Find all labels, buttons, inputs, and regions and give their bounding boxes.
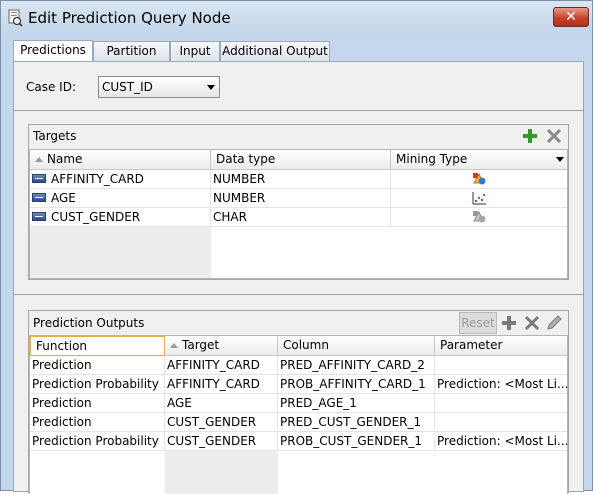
column-cell[interactable]: PROB_CUST_GENDER_1: [278, 432, 435, 451]
target-cell[interactable]: AFFINITY_CARD: [165, 356, 278, 375]
targets-title: Targets: [33, 129, 77, 143]
target-cell[interactable]: AFFINITY_CARD: [165, 375, 278, 394]
column-cell[interactable]: PRED_AFFINITY_CARD_2: [278, 356, 435, 375]
query-node-icon: [8, 9, 23, 27]
categorical-icon: [473, 210, 486, 223]
column-cell[interactable]: PRED_CUST_GENDER_1: [278, 413, 435, 432]
tab-input[interactable]: Input: [170, 41, 220, 62]
edit-icon[interactable]: [545, 314, 563, 332]
column-header-target[interactable]: Target: [165, 336, 278, 356]
target-cell[interactable]: AGE: [165, 394, 278, 413]
function-cell[interactable]: Prediction: [30, 413, 165, 432]
case-id-value: CUST_ID: [102, 80, 153, 94]
targets-table: Name Data type Mining Type AFFINITY_CARD…: [29, 149, 568, 279]
tab-predictions[interactable]: Predictions: [13, 40, 93, 62]
sort-ascending-icon: [35, 157, 43, 162]
tab-partition[interactable]: Partition: [93, 41, 170, 62]
categorical-icon: [473, 172, 486, 185]
add-icon[interactable]: [500, 314, 518, 332]
column-menu-icon[interactable]: [556, 157, 564, 162]
table-row[interactable]: CUST_GENDER: [30, 208, 211, 227]
mining-type-cell[interactable]: [391, 189, 567, 208]
prediction-outputs-table: Function Target Column Parameter Predict…: [29, 335, 568, 494]
sort-ascending-icon: [170, 343, 178, 348]
column-cell[interactable]: PRED_AGE_1: [278, 394, 435, 413]
column-header-data-type[interactable]: Data type: [211, 150, 391, 170]
function-cell[interactable]: Prediction Probability: [30, 432, 165, 451]
prediction-outputs-title: Prediction Outputs: [33, 316, 145, 330]
reset-button[interactable]: Reset: [459, 312, 497, 334]
window-title: Edit Prediction Query Node: [28, 9, 231, 27]
parameter-cell[interactable]: Prediction: <Most Li...: [435, 432, 567, 451]
function-cell[interactable]: Prediction Probability: [30, 375, 165, 394]
target-cell[interactable]: CUST_GENDER: [165, 413, 278, 432]
prediction-outputs-panel: Prediction Outputs Reset Function Target…: [28, 310, 569, 494]
mining-type-cell[interactable]: [391, 208, 567, 227]
table-row[interactable]: AGE: [30, 189, 211, 208]
delete-icon[interactable]: [545, 127, 563, 145]
data-type-icon: [32, 212, 46, 221]
column-cell[interactable]: PROB_AFFINITY_CARD_1: [278, 375, 435, 394]
column-header-parameter[interactable]: Parameter: [435, 336, 567, 356]
data-type-cell[interactable]: NUMBER: [211, 189, 391, 208]
column-header-function[interactable]: Function: [30, 336, 165, 356]
divider: [14, 110, 583, 111]
parameter-cell[interactable]: [435, 394, 567, 413]
delete-icon[interactable]: [523, 314, 541, 332]
tab-additional-output[interactable]: Additional Output: [220, 41, 330, 62]
case-id-select[interactable]: CUST_ID: [98, 76, 220, 98]
empty-area: [30, 227, 211, 278]
parameter-cell[interactable]: Prediction: <Most Li...: [435, 375, 567, 394]
parameter-cell[interactable]: [435, 356, 567, 375]
target-cell[interactable]: CUST_GENDER: [165, 432, 278, 451]
data-type-icon: [32, 174, 46, 183]
table-row[interactable]: AFFINITY_CARD: [30, 170, 211, 189]
targets-panel: Targets Name Data type Mining Type AFFIN…: [28, 124, 569, 280]
function-cell[interactable]: Prediction: [30, 356, 165, 375]
title-bar[interactable]: Edit Prediction Query Node ✕: [1, 1, 592, 35]
empty-area: [165, 451, 278, 494]
data-type-cell[interactable]: CHAR: [211, 208, 391, 227]
divider: [14, 294, 583, 295]
tab-content-predictions: Case ID: CUST_ID Targets Name Data type: [13, 61, 584, 494]
dialog-window: Edit Prediction Query Node ✕ Predictions…: [0, 0, 593, 494]
mining-type-cell[interactable]: [391, 170, 567, 189]
parameter-cell[interactable]: [435, 413, 567, 432]
function-cell[interactable]: Prediction: [30, 394, 165, 413]
close-button[interactable]: ✕: [553, 7, 589, 27]
chevron-down-icon[interactable]: [207, 85, 215, 90]
data-type-icon: [32, 193, 46, 202]
column-header-name[interactable]: Name: [30, 150, 211, 170]
column-header-column[interactable]: Column: [278, 336, 435, 356]
case-id-label: Case ID:: [26, 80, 77, 94]
add-icon[interactable]: [521, 127, 539, 145]
data-type-cell[interactable]: NUMBER: [211, 170, 391, 189]
numerical-icon: [472, 192, 486, 205]
column-header-mining-type[interactable]: Mining Type: [391, 150, 567, 170]
